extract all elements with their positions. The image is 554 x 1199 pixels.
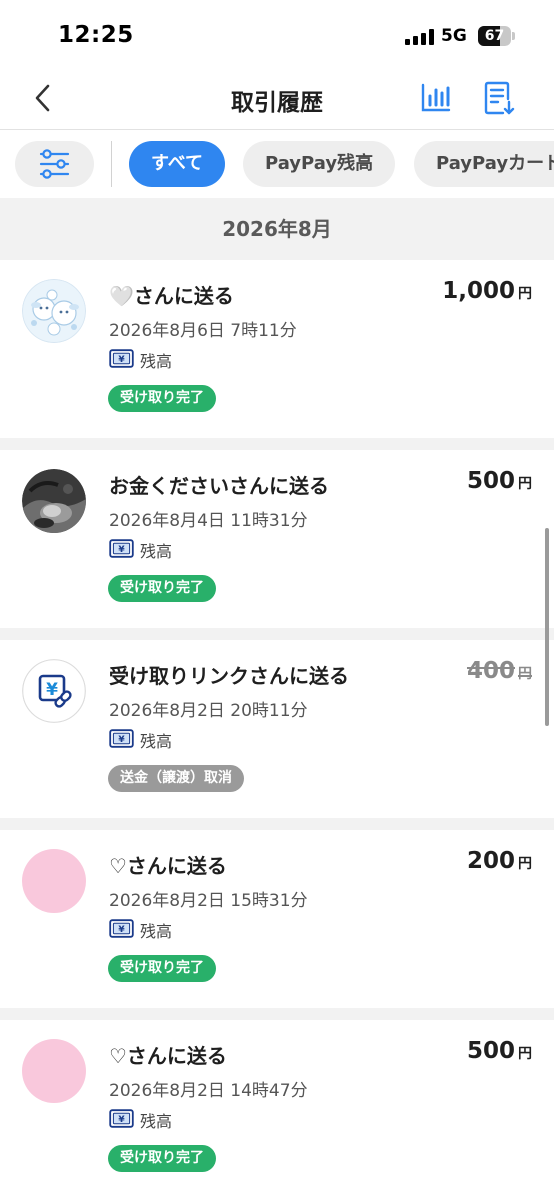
status-bar: 12:25 5G 67 bbox=[0, 0, 554, 68]
sliders-icon bbox=[39, 149, 70, 179]
month-section-header: 2026年8月 bbox=[0, 198, 554, 260]
character-illustration-avatar bbox=[22, 279, 86, 343]
export-button[interactable] bbox=[480, 79, 516, 117]
transaction-date: 2026年8月2日 15時31分 bbox=[109, 891, 308, 911]
payment-source-label: 残高 bbox=[140, 542, 173, 561]
transaction-title: ♡さんに送る bbox=[109, 854, 227, 878]
battery-level: 67 bbox=[484, 28, 505, 44]
svg-text:¥: ¥ bbox=[118, 545, 125, 555]
transaction-date: 2026年8月2日 14時47分 bbox=[109, 1081, 308, 1101]
amount-currency: 円 bbox=[518, 856, 532, 872]
filter-chip-all[interactable]: すべて bbox=[129, 141, 226, 187]
amount-currency: 円 bbox=[518, 666, 532, 682]
status-time: 12:25 bbox=[58, 22, 134, 48]
amount-value: 200 bbox=[466, 848, 515, 874]
amount-currency: 円 bbox=[518, 286, 532, 302]
status-badge: 受け取り完了 bbox=[108, 955, 216, 982]
amount-value: 1,000 bbox=[442, 278, 515, 304]
document-download-icon bbox=[484, 81, 515, 115]
balance-icon: ¥ bbox=[109, 1109, 134, 1128]
yen-link-icon: ¥ bbox=[22, 659, 86, 723]
transaction-item[interactable]: ♡さんに送る 2026年8月2日 14時47分 ¥ 残高 受け取り完了 500 円 bbox=[0, 1020, 554, 1198]
statistics-button[interactable] bbox=[418, 80, 454, 116]
list-divider bbox=[0, 818, 554, 830]
amount-value: 400 bbox=[466, 658, 515, 684]
network-type: 5G bbox=[441, 26, 467, 46]
status-badge: 送金（譲渡）取消 bbox=[108, 765, 244, 792]
filter-divider bbox=[111, 141, 112, 187]
transaction-title: 🤍さんに送る bbox=[109, 284, 234, 308]
transaction-item[interactable]: 🤍さんに送る 2026年8月6日 7時11分 ¥ 残高 受け取り完了 1,000… bbox=[0, 260, 554, 438]
transaction-amount: 500 円 bbox=[467, 1038, 532, 1064]
balance-icon: ¥ bbox=[109, 539, 134, 558]
amount-value: 500 bbox=[466, 468, 515, 494]
list-divider bbox=[0, 438, 554, 450]
svg-text:¥: ¥ bbox=[118, 1115, 125, 1125]
svg-text:¥: ¥ bbox=[118, 735, 125, 745]
navigation-header: 取引履歴 bbox=[0, 68, 554, 130]
transaction-date: 2026年8月2日 20時11分 bbox=[109, 701, 308, 721]
payment-source-label: 残高 bbox=[140, 352, 173, 371]
payment-source-label: 残高 bbox=[140, 922, 173, 941]
balance-icon: ¥ bbox=[109, 919, 134, 938]
status-badge: 受け取り完了 bbox=[108, 1145, 216, 1172]
svg-text:¥: ¥ bbox=[46, 680, 58, 700]
list-divider bbox=[0, 1008, 554, 1020]
transaction-item[interactable]: お金くださいさんに送る 2026年8月4日 11時31分 ¥ 残高 受け取り完了… bbox=[0, 450, 554, 628]
svg-text:¥: ¥ bbox=[118, 925, 125, 935]
list-divider bbox=[0, 628, 554, 640]
amount-value: 500 bbox=[466, 1038, 515, 1064]
svg-text:¥: ¥ bbox=[118, 355, 125, 365]
payment-source-label: 残高 bbox=[140, 1112, 173, 1131]
filter-chip-paypay-balance[interactable]: PayPay残高 bbox=[243, 141, 396, 187]
signal-strength-icon bbox=[405, 29, 435, 45]
transaction-amount: 500 円 bbox=[467, 468, 532, 494]
transaction-amount: 200 円 bbox=[467, 848, 532, 874]
transaction-item[interactable]: ¥ 受け取りリンクさんに送る 2026年8月2日 20時11分 ¥ 残高 送金（… bbox=[0, 640, 554, 818]
filter-bar: すべて PayPay残高 PayPayカード bbox=[0, 131, 554, 198]
battery-icon: 67 bbox=[478, 26, 515, 46]
transaction-date: 2026年8月6日 7時11分 bbox=[109, 321, 297, 341]
page-title: 取引履歴 bbox=[231, 90, 323, 116]
filter-settings-button[interactable] bbox=[15, 141, 94, 187]
amount-currency: 円 bbox=[518, 1046, 532, 1062]
status-badge: 受け取り完了 bbox=[108, 385, 216, 412]
bar-chart-icon bbox=[421, 83, 451, 112]
transaction-amount: 400 円 bbox=[467, 658, 532, 684]
dark-photo-avatar bbox=[22, 469, 86, 533]
pink-circle-avatar bbox=[22, 849, 86, 913]
status-badge: 受け取り完了 bbox=[108, 575, 216, 602]
pink-circle-avatar bbox=[22, 1039, 86, 1103]
transaction-title: お金くださいさんに送る bbox=[109, 474, 329, 498]
transaction-title: 受け取りリンクさんに送る bbox=[109, 664, 349, 688]
transaction-amount: 1,000 円 bbox=[442, 278, 532, 304]
transaction-item[interactable]: ♡さんに送る 2026年8月2日 15時31分 ¥ 残高 受け取り完了 200 円 bbox=[0, 830, 554, 1008]
balance-icon: ¥ bbox=[109, 729, 134, 748]
filter-chip-paypay-card[interactable]: PayPayカード bbox=[414, 141, 554, 187]
scrollbar[interactable] bbox=[545, 528, 549, 726]
transaction-title: ♡さんに送る bbox=[109, 1044, 227, 1068]
balance-icon: ¥ bbox=[109, 349, 134, 368]
transaction-date: 2026年8月4日 11時31分 bbox=[109, 511, 308, 531]
amount-currency: 円 bbox=[518, 476, 532, 492]
payment-source-label: 残高 bbox=[140, 732, 173, 751]
